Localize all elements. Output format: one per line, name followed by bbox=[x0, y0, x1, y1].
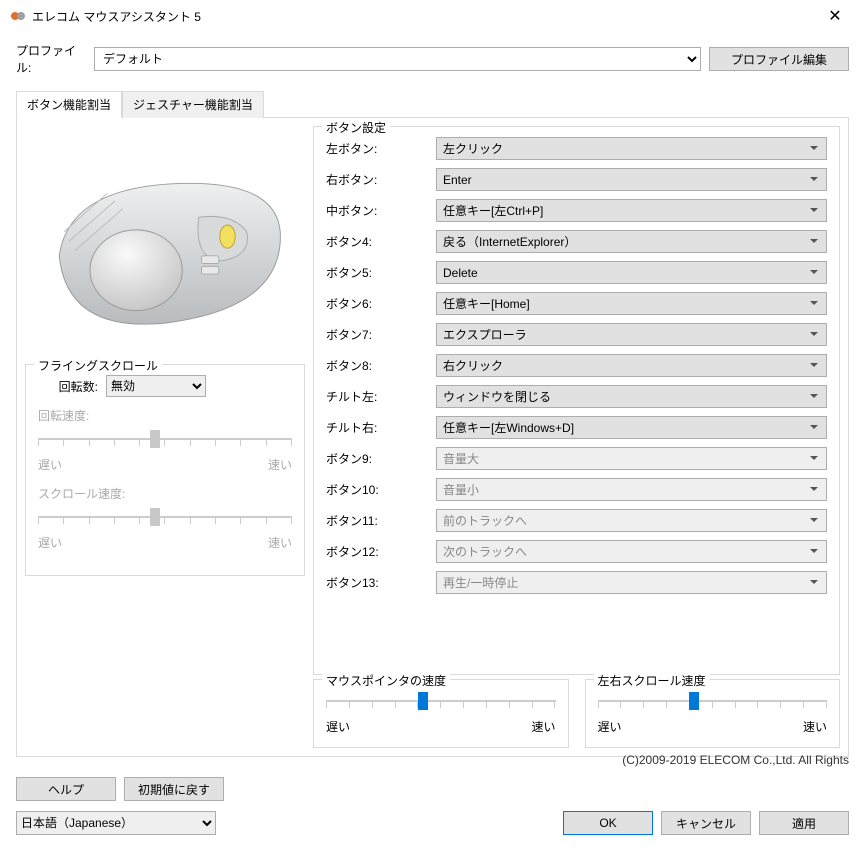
fast-label: 速い bbox=[268, 456, 292, 473]
setting-label: ボタン5: bbox=[326, 264, 436, 281]
titlebar: エレコム マウスアシスタント 5 ✕ bbox=[0, 0, 865, 34]
tab-button-assign[interactable]: ボタン機能割当 bbox=[16, 91, 122, 118]
pointer-speed-slider[interactable] bbox=[326, 690, 556, 714]
setting-row: ボタン11:前のトラックへ bbox=[326, 509, 827, 532]
setting-combo: 再生/一時停止 bbox=[436, 571, 827, 594]
setting-row: ボタン9:音量大 bbox=[326, 447, 827, 470]
setting-combo[interactable]: ウィンドウを閉じる bbox=[436, 385, 827, 408]
hscroll-speed-group: 左右スクロール速度 遅い 速い bbox=[585, 679, 841, 748]
reset-button[interactable]: 初期値に戻す bbox=[124, 777, 224, 801]
cancel-button[interactable]: キャンセル bbox=[661, 811, 751, 835]
setting-label: 左ボタン: bbox=[326, 140, 436, 157]
pointer-speed-legend: マウスポインタの速度 bbox=[322, 672, 450, 689]
button-settings-legend: ボタン設定 bbox=[322, 119, 390, 136]
button-settings-group: ボタン設定 左ボタン:左クリック右ボタン:Enter中ボタン:任意キー[左Ctr… bbox=[313, 126, 840, 675]
setting-label: ボタン4: bbox=[326, 233, 436, 250]
slow-label: 遅い bbox=[598, 718, 622, 735]
hscroll-speed-slider[interactable] bbox=[598, 690, 828, 714]
setting-combo[interactable]: エクスプローラ bbox=[436, 323, 827, 346]
rotations-label: 回転数: bbox=[38, 378, 98, 395]
copyright: (C)2009-2019 ELECOM Co.,Ltd. All Rights bbox=[16, 747, 849, 777]
rotations-select[interactable]: 無効 bbox=[106, 375, 206, 397]
scroll-speed-slider bbox=[38, 506, 292, 530]
help-button[interactable]: ヘルプ bbox=[16, 777, 116, 801]
scroll-speed-label: スクロール速度: bbox=[38, 485, 292, 502]
setting-row: ボタン13:再生/一時停止 bbox=[326, 571, 827, 594]
setting-row: 右ボタン:Enter bbox=[326, 168, 827, 191]
profile-label: プロファイル: bbox=[16, 42, 86, 76]
apply-button[interactable]: 適用 bbox=[759, 811, 849, 835]
window-title: エレコム マウスアシスタント 5 bbox=[32, 8, 815, 25]
setting-label: ボタン13: bbox=[326, 574, 436, 591]
setting-combo[interactable]: 任意キー[左Ctrl+P] bbox=[436, 199, 827, 222]
setting-label: ボタン8: bbox=[326, 357, 436, 374]
setting-label: 右ボタン: bbox=[326, 171, 436, 188]
setting-row: ボタン6:任意キー[Home] bbox=[326, 292, 827, 315]
setting-row: ボタン5:Delete bbox=[326, 261, 827, 284]
slow-label: 遅い bbox=[38, 456, 62, 473]
rotation-speed-slider bbox=[38, 428, 292, 452]
setting-row: ボタン8:右クリック bbox=[326, 354, 827, 377]
tab-gesture-assign[interactable]: ジェスチャー機能割当 bbox=[122, 91, 264, 118]
setting-label: ボタン12: bbox=[326, 543, 436, 560]
profile-select[interactable]: デフォルト bbox=[94, 47, 701, 71]
pointer-speed-group: マウスポインタの速度 遅い 速い bbox=[313, 679, 569, 748]
setting-row: ボタン4:戻る（InternetExplorer） bbox=[326, 230, 827, 253]
ok-button[interactable]: OK bbox=[563, 811, 653, 835]
language-select[interactable]: 日本語（Japanese） bbox=[16, 811, 216, 835]
setting-row: ボタン10:音量小 bbox=[326, 478, 827, 501]
setting-label: ボタン6: bbox=[326, 295, 436, 312]
rotation-speed-label: 回転速度: bbox=[38, 407, 292, 424]
setting-row: ボタン12:次のトラックへ bbox=[326, 540, 827, 563]
flying-scroll-legend: フライングスクロール bbox=[34, 357, 162, 374]
setting-label: ボタン11: bbox=[326, 512, 436, 529]
close-button[interactable]: ✕ bbox=[815, 6, 855, 26]
setting-combo[interactable]: 任意キー[Home] bbox=[436, 292, 827, 315]
fast-label: 速い bbox=[531, 718, 555, 735]
setting-combo: 次のトラックへ bbox=[436, 540, 827, 563]
setting-combo[interactable]: 戻る（InternetExplorer） bbox=[436, 230, 827, 253]
flying-scroll-group: フライングスクロール 回転数: 無効 回転速度: 遅い 速い スクロール速度: bbox=[25, 364, 305, 576]
slow-label: 遅い bbox=[38, 534, 62, 551]
setting-combo[interactable]: 任意キー[左Windows+D] bbox=[436, 416, 827, 439]
setting-label: ボタン10: bbox=[326, 481, 436, 498]
setting-label: チルト右: bbox=[326, 419, 436, 436]
hscroll-speed-legend: 左右スクロール速度 bbox=[594, 672, 710, 689]
fast-label: 速い bbox=[803, 718, 827, 735]
setting-combo: 前のトラックへ bbox=[436, 509, 827, 532]
app-icon bbox=[10, 8, 26, 24]
setting-combo[interactable]: Delete bbox=[436, 261, 827, 284]
fast-label: 速い bbox=[268, 534, 292, 551]
setting-combo[interactable]: Enter bbox=[436, 168, 827, 191]
setting-label: ボタン7: bbox=[326, 326, 436, 343]
setting-row: 左ボタン:左クリック bbox=[326, 137, 827, 160]
setting-combo: 音量小 bbox=[436, 478, 827, 501]
setting-row: ボタン7:エクスプローラ bbox=[326, 323, 827, 346]
setting-combo: 音量大 bbox=[436, 447, 827, 470]
profile-edit-button[interactable]: プロファイル編集 bbox=[709, 47, 849, 71]
setting-row: チルト右:任意キー[左Windows+D] bbox=[326, 416, 827, 439]
slow-label: 遅い bbox=[326, 718, 350, 735]
setting-label: ボタン9: bbox=[326, 450, 436, 467]
setting-label: チルト左: bbox=[326, 388, 436, 405]
setting-label: 中ボタン: bbox=[326, 202, 436, 219]
setting-row: 中ボタン:任意キー[左Ctrl+P] bbox=[326, 199, 827, 222]
setting-combo[interactable]: 左クリック bbox=[436, 137, 827, 160]
setting-combo[interactable]: 右クリック bbox=[436, 354, 827, 377]
setting-row: チルト左:ウィンドウを閉じる bbox=[326, 385, 827, 408]
device-image bbox=[25, 126, 305, 356]
